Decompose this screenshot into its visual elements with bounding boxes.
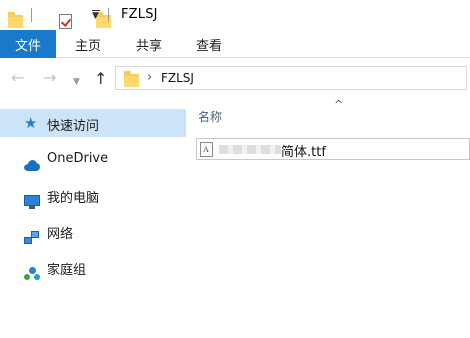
address-folder-icon [124,71,139,87]
tab-file[interactable]: 文件 [0,30,56,58]
address-bar[interactable]: › FZLSJ [115,66,467,90]
sidebar-item-homegroup[interactable]: 家庭组 [0,253,186,281]
recent-locations-icon[interactable]: ▼ [73,74,80,90]
sidebar-item-onedrive[interactable]: OneDrive [0,145,186,173]
redacted-text [219,145,281,154]
path-separator-icon[interactable]: › [147,70,152,85]
up-button[interactable]: ↑ [94,69,107,88]
homegroup-icon [24,267,40,281]
window-title: FZLSJ [121,7,158,22]
properties-icon[interactable] [59,13,72,29]
customize-toolbar-icon[interactable]: ▼ [92,11,99,21]
computer-icon [24,195,40,209]
sidebar-item-quick-access[interactable]: ★ 快速访问 [0,109,186,137]
column-header-name[interactable]: 名称 [198,108,222,125]
sidebar-item-label: 我的电脑 [47,191,100,206]
address-path[interactable]: FZLSJ [161,71,194,85]
back-button[interactable]: ← [11,70,24,86]
sidebar-item-label: OneDrive [47,151,109,166]
sidebar-item-this-pc[interactable]: 我的电脑 [0,181,186,209]
cloud-icon [24,159,40,173]
navigation-pane: ★ 快速访问 OneDrive 我的电脑 网络 家庭组 [0,98,186,338]
title-bar: ▼ FZLSJ [0,0,470,30]
sidebar-item-label: 网络 [47,227,74,242]
font-file-icon [200,142,213,157]
list-item[interactable]: 简体.ttf [196,138,470,160]
folder-icon [8,11,23,28]
tab-view[interactable]: 查看 [196,30,222,58]
sidebar-item-label: 家庭组 [47,263,87,278]
sort-ascending-icon: ^ [334,98,344,111]
file-name: 简体.ttf [281,145,326,160]
star-icon: ★ [24,114,38,132]
network-icon [24,231,40,245]
toolbar-divider-2 [108,8,109,22]
tab-share[interactable]: 共享 [136,30,162,58]
sidebar-item-network[interactable]: 网络 [0,217,186,245]
navigation-bar: ← → ▼ ↑ › FZLSJ [0,58,470,98]
sidebar-item-label: 快速访问 [47,119,100,134]
toolbar-divider [31,8,32,22]
file-list: ^ 名称 简体.ttf [186,98,470,338]
forward-button[interactable]: → [43,70,56,86]
ribbon-tabs: 文件 主页 共享 查看 [0,30,470,58]
tab-home[interactable]: 主页 [75,30,101,58]
